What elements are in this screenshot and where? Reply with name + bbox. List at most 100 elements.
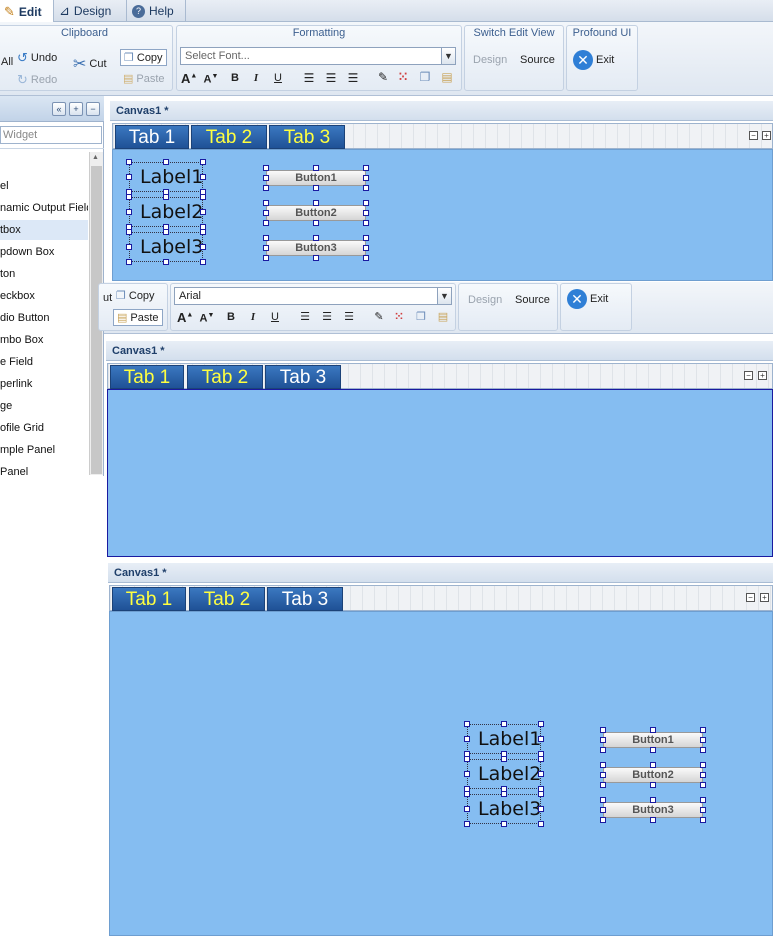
resize-handle[interactable] <box>650 797 656 803</box>
canvas-1-button-1[interactable]: Button1 <box>266 170 366 186</box>
resize-handle[interactable] <box>700 797 706 803</box>
underline-button-2[interactable]: U <box>267 311 283 323</box>
resize-handle[interactable] <box>600 727 606 733</box>
resize-handle[interactable] <box>163 159 169 165</box>
resize-handle[interactable] <box>200 174 206 180</box>
resize-handle[interactable] <box>600 737 606 743</box>
resize-handle[interactable] <box>501 721 507 727</box>
resize-handle[interactable] <box>363 220 369 226</box>
widget-list-item[interactable]: eckbox <box>0 286 88 306</box>
align-right-icon[interactable]: ☰ <box>345 71 361 85</box>
exit-button[interactable]: ✕ Exit <box>573 50 614 70</box>
canvas-1-tab-1[interactable]: Tab 1 <box>115 125 189 149</box>
resize-handle[interactable] <box>538 756 544 762</box>
widget-list-item[interactable]: el <box>0 176 88 196</box>
resize-handle[interactable] <box>263 235 269 241</box>
resize-handle[interactable] <box>650 782 656 788</box>
plus-icon[interactable]: + <box>762 131 771 140</box>
copy-style-icon[interactable]: ❐ <box>417 70 433 84</box>
resize-handle[interactable] <box>263 185 269 191</box>
align-right-icon[interactable]: ☰ <box>341 310 357 323</box>
canvas-3-label-3[interactable]: Label3 <box>467 794 541 824</box>
canvas-1-tab-3[interactable]: Tab 3 <box>269 125 345 149</box>
resize-handle[interactable] <box>263 200 269 206</box>
resize-handle[interactable] <box>363 185 369 191</box>
resize-handle[interactable] <box>538 821 544 827</box>
resize-handle[interactable] <box>650 747 656 753</box>
resize-handle[interactable] <box>163 229 169 235</box>
minus-icon[interactable]: − <box>749 131 758 140</box>
design-view-button-2[interactable]: Design <box>468 294 502 306</box>
resize-handle[interactable] <box>650 727 656 733</box>
copy-button[interactable]: ❐ Copy <box>120 49 167 66</box>
copy-style-icon[interactable]: ❐ <box>413 310 429 323</box>
resize-handle[interactable] <box>363 210 369 216</box>
resize-handle[interactable] <box>700 807 706 813</box>
resize-handle[interactable] <box>163 194 169 200</box>
canvas-2-tab-2[interactable]: Tab 2 <box>187 365 263 389</box>
resize-handle[interactable] <box>538 791 544 797</box>
canvas-1-body[interactable]: Label1 Label2 Label3 Button1 Button2 But… <box>112 149 773 281</box>
font-select-2[interactable]: Arial ▼ <box>174 287 452 305</box>
canvas-1-tab-2[interactable]: Tab 2 <box>191 125 267 149</box>
paste-button-2[interactable]: ▤ Paste <box>113 309 163 326</box>
scroll-up-icon[interactable]: ▲ <box>92 154 99 161</box>
source-view-button-2[interactable]: Source <box>515 294 550 306</box>
resize-handle[interactable] <box>700 782 706 788</box>
resize-handle[interactable] <box>263 165 269 171</box>
resize-handle[interactable] <box>700 737 706 743</box>
resize-handle[interactable] <box>538 721 544 727</box>
resize-handle[interactable] <box>313 235 319 241</box>
menu-tab-edit[interactable]: ✎ Edit <box>0 0 54 23</box>
resize-handle[interactable] <box>650 817 656 823</box>
resize-handle[interactable] <box>363 175 369 181</box>
bold-button-2[interactable]: B <box>223 311 239 323</box>
resize-handle[interactable] <box>538 806 544 812</box>
italic-button[interactable]: I <box>248 72 264 84</box>
align-center-icon[interactable]: ☰ <box>319 310 335 323</box>
resize-handle[interactable] <box>363 200 369 206</box>
widget-list-item[interactable]: dio Button <box>0 308 88 328</box>
resize-handle[interactable] <box>126 194 132 200</box>
resize-handle[interactable] <box>600 797 606 803</box>
resize-handle[interactable] <box>600 807 606 813</box>
resize-handle[interactable] <box>464 771 470 777</box>
widget-list-item[interactable]: pdown Box <box>0 242 88 262</box>
resize-handle[interactable] <box>363 165 369 171</box>
spellcheck-icon[interactable]: ✎ <box>375 70 391 84</box>
resize-handle[interactable] <box>313 165 319 171</box>
redo-button[interactable]: ↻ Redo <box>17 72 57 88</box>
resize-handle[interactable] <box>263 175 269 181</box>
resize-handle[interactable] <box>501 821 507 827</box>
resize-handle[interactable] <box>263 210 269 216</box>
resize-handle[interactable] <box>600 817 606 823</box>
widget-list-item[interactable]: e Field <box>0 352 88 372</box>
widget-list-item[interactable]: mbo Box <box>0 330 88 350</box>
resize-handle[interactable] <box>263 220 269 226</box>
color-palette-icon[interactable]: ⁙ <box>395 70 411 84</box>
plus-icon[interactable]: + <box>760 593 769 602</box>
resize-handle[interactable] <box>313 200 319 206</box>
canvas-1-label-3[interactable]: Label3 <box>129 232 203 262</box>
italic-button-2[interactable]: I <box>245 311 261 323</box>
spellcheck-icon[interactable]: ✎ <box>371 310 387 323</box>
canvas-1-label-1[interactable]: Label1 <box>129 162 203 192</box>
resize-handle[interactable] <box>126 159 132 165</box>
resize-handle[interactable] <box>700 727 706 733</box>
widget-list-item[interactable]: namic Output Field <box>0 198 88 218</box>
align-center-icon[interactable]: ☰ <box>323 71 339 85</box>
resize-handle[interactable] <box>501 791 507 797</box>
widget-list-item[interactable]: ofile Grid <box>0 418 88 438</box>
canvas-3-tab-2[interactable]: Tab 2 <box>189 587 265 611</box>
canvas-3-label-1[interactable]: Label1 <box>467 724 541 754</box>
canvas-2-body[interactable] <box>107 389 773 557</box>
canvas-3-button-1[interactable]: Button1 <box>603 732 703 748</box>
resize-handle[interactable] <box>200 194 206 200</box>
widget-list-item[interactable]: Panel <box>0 462 88 482</box>
resize-handle[interactable] <box>200 159 206 165</box>
resize-handle[interactable] <box>163 259 169 265</box>
add-button[interactable]: + <box>69 102 83 116</box>
font-select[interactable]: Select Font... ▼ <box>180 47 456 65</box>
resize-handle[interactable] <box>263 255 269 261</box>
widget-list-item[interactable]: ton <box>0 264 88 284</box>
